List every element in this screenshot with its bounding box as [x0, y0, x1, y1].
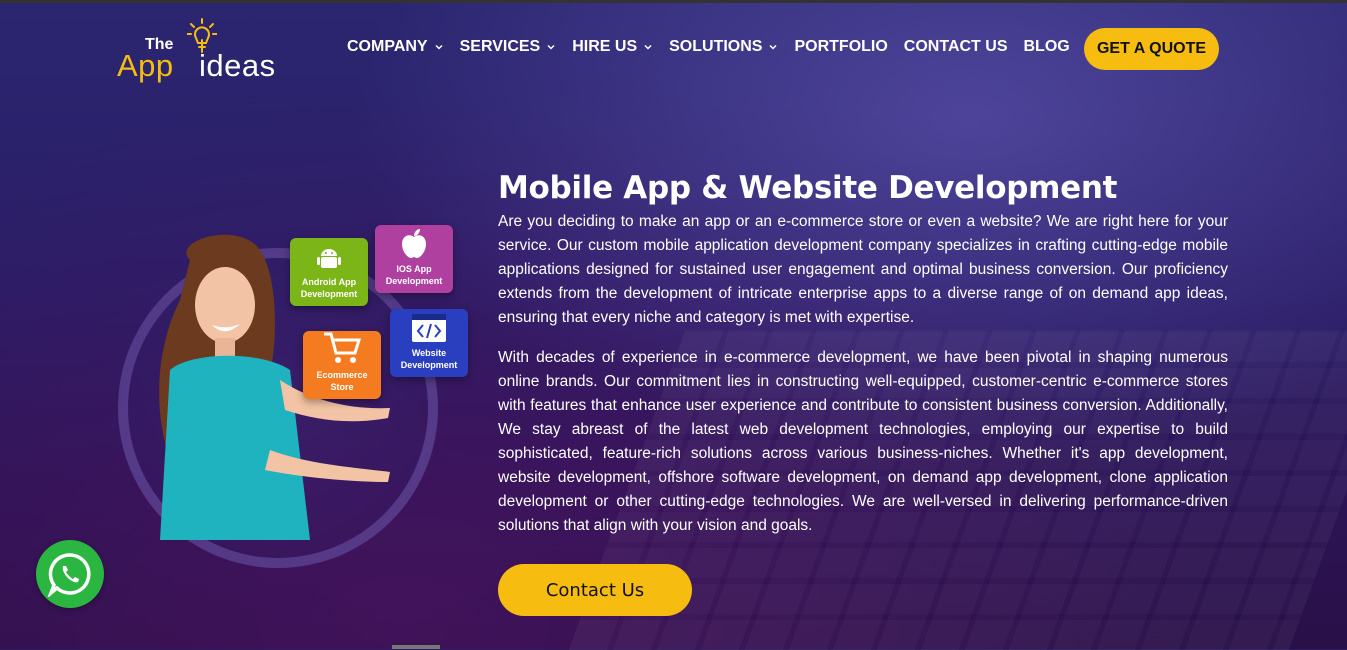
ios-card-line2: Development	[385, 276, 443, 286]
nav-hire-us-label: HIRE US	[572, 38, 638, 55]
nav-solutions-label: SOLUTIONS	[669, 38, 763, 55]
ecommerce-card-line2: Store	[330, 382, 354, 392]
intro-section: Mobile App & Website Development Are you…	[498, 170, 1228, 554]
ecommerce-store-card: Ecommerce Store	[303, 331, 381, 399]
code-icon	[412, 314, 446, 342]
ecommerce-card-line1: Ecommerce	[316, 370, 368, 380]
apple-icon	[402, 229, 426, 258]
nav-contact-us[interactable]: CONTACT US	[904, 38, 1008, 56]
intro-paragraph-1: Are you deciding to make an app or an e-…	[498, 213, 1228, 326]
scroll-indicator	[392, 645, 440, 649]
nav-services[interactable]: SERVICES	[460, 38, 557, 56]
main-nav: COMPANY SERVICES HIRE US SOLUTIONS PORTF…	[347, 38, 1086, 56]
whatsapp-chat-button[interactable]	[36, 540, 104, 608]
android-card-line2: Development	[300, 289, 358, 299]
chevron-down-icon	[435, 44, 443, 50]
logo-app-text: App	[117, 48, 174, 83]
nav-portfolio-label: PORTFOLIO	[794, 38, 888, 55]
get-a-quote-button[interactable]: GET A QUOTE	[1084, 28, 1219, 70]
page-title: Mobile App & Website Development	[498, 170, 1118, 206]
nav-company-label: COMPANY	[347, 38, 428, 55]
chevron-down-icon	[644, 44, 652, 50]
ios-app-card: IOS App Development	[375, 225, 453, 293]
chevron-down-icon	[769, 44, 777, 50]
nav-blog[interactable]: BLOG	[1024, 38, 1070, 56]
ios-card-line1: IOS App	[396, 264, 432, 274]
nav-services-label: SERVICES	[459, 38, 541, 55]
nav-contact-us-label: CONTACT US	[903, 38, 1008, 55]
nav-portfolio[interactable]: PORTFOLIO	[794, 38, 887, 56]
logo-ideas-text: ideas	[199, 48, 276, 83]
website-card-line1: Website	[411, 348, 447, 358]
nav-solutions[interactable]: SOLUTIONS	[669, 38, 778, 56]
site-header: The App ideas COMPANY SERVICES HIRE US S…	[0, 0, 1347, 100]
nav-hire-us[interactable]: HIRE US	[572, 38, 653, 56]
hero-illustration: Android App Development IOS App Developm…	[110, 200, 480, 568]
chevron-down-icon	[547, 44, 555, 50]
android-app-card: Android App Development	[290, 238, 368, 306]
contact-us-button[interactable]: Contact Us	[498, 564, 692, 616]
cart-icon	[324, 332, 362, 363]
android-icon	[317, 249, 341, 268]
website-development-card: Website Development	[390, 309, 468, 377]
site-logo[interactable]: The App ideas	[117, 18, 302, 86]
whatsapp-icon	[47, 553, 91, 597]
android-card-line1: Android App	[301, 277, 357, 287]
website-card-line2: Development	[400, 360, 458, 370]
nav-blog-label: BLOG	[1023, 38, 1070, 55]
nav-company[interactable]: COMPANY	[347, 38, 444, 56]
intro-paragraph-2: With decades of experience in e-commerce…	[498, 349, 1228, 534]
